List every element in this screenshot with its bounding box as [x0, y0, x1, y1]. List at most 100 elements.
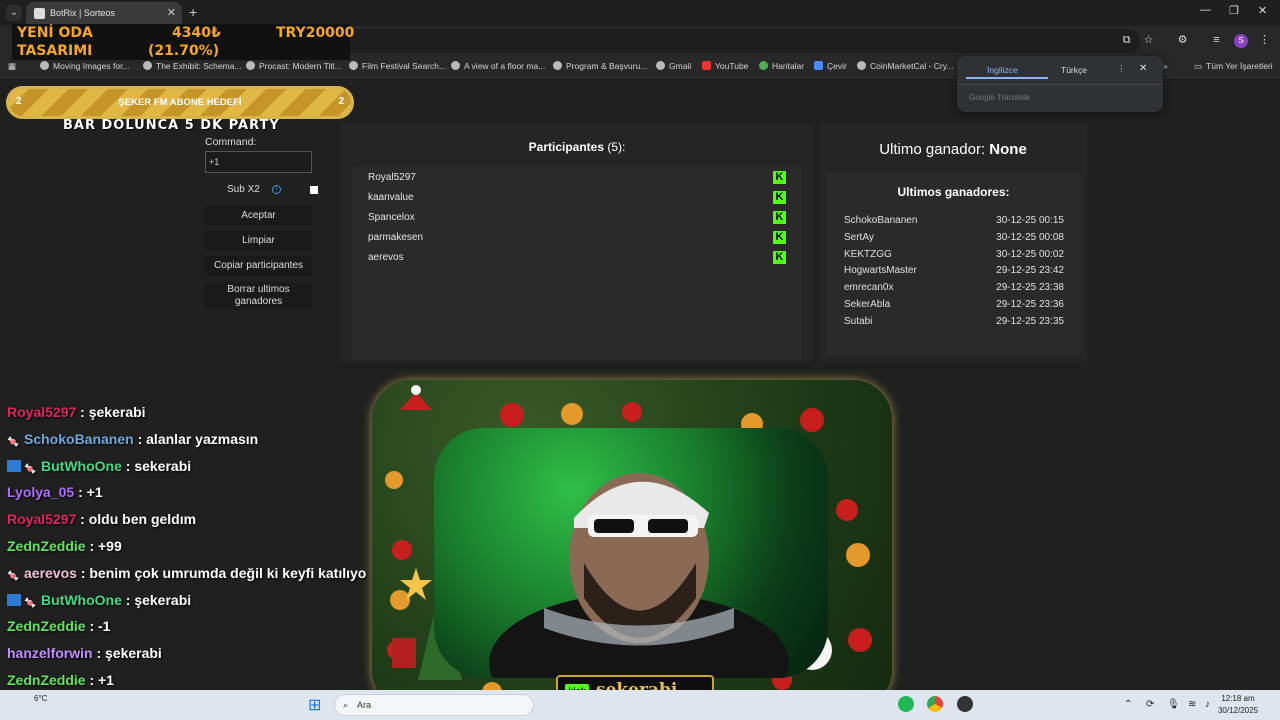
chat-username[interactable]: SchokoBananen	[24, 431, 134, 447]
translate-options-icon[interactable]: ⋮	[1117, 63, 1126, 74]
reading-list-icon[interactable]: ≡	[1210, 34, 1223, 47]
chat-username[interactable]: Lyolya_05	[7, 484, 74, 500]
weather-widget[interactable]: 6°C	[34, 694, 47, 703]
winner-row: HogwartsMaster 29-12-25 23:42	[844, 265, 1064, 280]
subscriber-badge-icon	[7, 459, 21, 472]
command-label: Command:	[205, 136, 257, 148]
translate-footer: Google Translate	[969, 93, 1030, 102]
chat-username[interactable]: hanzelforwin	[7, 645, 93, 661]
tab-close-icon[interactable]: ✕	[167, 6, 176, 19]
apps-grid-icon[interactable]: ▦	[8, 61, 16, 72]
new-tab-button[interactable]: +	[189, 4, 197, 20]
window-close-button[interactable]: ✕	[1258, 4, 1267, 17]
winner-name: KEKTZGG	[844, 249, 892, 260]
chat-message: ZednZeddie : +99	[7, 538, 122, 554]
copy-participants-button[interactable]: Copiar participantes	[205, 256, 312, 276]
spotify-icon[interactable]	[898, 696, 914, 712]
translate-close-icon[interactable]: ✕	[1139, 63, 1147, 74]
participants-count: (5):	[607, 140, 626, 154]
clock-date: 30/12/2025	[1217, 706, 1259, 715]
translate-icon	[814, 61, 823, 70]
bookmark-item[interactable]: Çevir	[814, 61, 847, 71]
microphone-icon[interactable]: 🎙	[1167, 699, 1180, 710]
chat-username[interactable]: ButWhoOne	[41, 592, 122, 608]
last-winner: Ultimo ganador: None	[819, 141, 1087, 158]
globe-icon	[349, 61, 358, 70]
tab-title: BotRix | Sorteos	[50, 8, 115, 18]
participant-row[interactable]: kaanvalue K	[368, 188, 788, 206]
chat-username[interactable]: ButWhoOne	[41, 458, 122, 474]
tab-botrix[interactable]: BotRix | Sorteos ✕	[26, 2, 182, 26]
bookmark-item[interactable]: Film Festival Search...	[349, 61, 446, 71]
bookmark-item[interactable]: CoinMarketCal - Cry...	[857, 61, 953, 71]
extensions-icon[interactable]: ⚙	[1176, 34, 1189, 47]
more-bookmarks-button[interactable]: »	[1163, 61, 1168, 71]
taskbar-search[interactable]: ⌕ Ara	[334, 694, 534, 716]
accept-button[interactable]: Aceptar	[205, 206, 312, 225]
participant-row[interactable]: aerevos K	[368, 248, 788, 266]
winners-heading: Ultimos ganadores:	[897, 185, 1010, 199]
participant-name: aerevos	[368, 252, 404, 263]
clear-button[interactable]: Limpiar	[205, 231, 312, 250]
minimize-button[interactable]: —	[1200, 4, 1211, 16]
participant-row[interactable]: Spancelox K	[368, 208, 788, 226]
sub-x2-checkbox[interactable]	[310, 186, 318, 194]
participants-heading: Participantes (5):	[340, 140, 814, 154]
chat-username[interactable]: Royal5297	[7, 511, 76, 527]
clear-winners-button[interactable]: Borrar ultimos ganadores	[205, 282, 312, 310]
participant-row[interactable]: parmakesen K	[368, 228, 788, 246]
bookmark-label: A view of a floor ma...	[464, 61, 546, 71]
chat-username[interactable]: ZednZeddie	[7, 538, 86, 554]
chat-username[interactable]: Royal5297	[7, 404, 76, 420]
search-placeholder: Ara	[357, 700, 372, 710]
bookmark-item[interactable]: Moving Images for...	[40, 61, 130, 71]
chat-username[interactable]: ZednZeddie	[7, 672, 86, 688]
chrome-icon[interactable]	[927, 696, 943, 712]
maximize-button[interactable]: ❐	[1229, 4, 1239, 17]
browser-menu-icon[interactable]: ⋮	[1258, 34, 1271, 47]
info-icon[interactable]: i	[272, 185, 281, 194]
stat-title-line2: TASARIMI	[17, 43, 93, 59]
last-winner-label: Ultimo ganador:	[879, 141, 986, 158]
winners-list: Ultimos ganadores: SchokoBananen 30-12-25…	[826, 172, 1081, 356]
profile-avatar[interactable]: S	[1234, 34, 1248, 48]
bookmark-item[interactable]: Procast: Modern Titl...	[246, 61, 342, 71]
bookmark-label: Procast: Modern Titl...	[259, 61, 342, 71]
participant-row[interactable]: Royal5297 K	[368, 168, 788, 186]
sync-icon[interactable]: ⟳	[1146, 699, 1154, 710]
bookmark-item[interactable]: Program & Başvuru...	[553, 61, 647, 71]
chat-text: : şekerabi	[80, 404, 146, 420]
bookmark-item[interactable]: Haritalar	[759, 61, 804, 71]
tray-chevron-icon[interactable]: ⌃	[1124, 699, 1132, 710]
folder-icon: ▭	[1194, 61, 1203, 71]
start-button[interactable]: ⊞	[308, 695, 321, 715]
bookmark-item[interactable]: The Exhibit: Schema...	[143, 61, 242, 71]
taskbar-clock[interactable]: 12:18 am 30/12/2025	[1206, 693, 1270, 717]
bookmark-label: CoinMarketCal - Cry...	[870, 61, 954, 71]
bookmark-star-icon[interactable]: ☆	[1142, 34, 1155, 47]
bookmark-label: Film Festival Search...	[362, 61, 447, 71]
command-input[interactable]: +1	[205, 151, 312, 173]
kick-icon: K	[773, 231, 786, 244]
bookmark-item[interactable]: Gmail	[656, 61, 691, 71]
translate-lang-turkish[interactable]: Türkçe	[1061, 65, 1087, 75]
participant-name: Royal5297	[368, 172, 416, 183]
winner-row: emrecan0x 29-12-25 23:38	[844, 282, 1064, 297]
all-bookmarks-folder[interactable]: ▭ Tüm Yer İşaretleri	[1194, 61, 1273, 72]
chat-text: : alanlar yazmasın	[137, 430, 259, 447]
chat-username[interactable]: aerevos	[24, 565, 77, 581]
chat-text: : şekerabi	[125, 591, 192, 608]
translate-lang-english[interactable]: İngilizce	[987, 65, 1018, 75]
bookmark-item[interactable]: A view of a floor ma...	[451, 61, 545, 71]
kick-icon: K	[773, 251, 786, 264]
obs-icon[interactable]	[957, 696, 973, 712]
chat-text: : -1	[89, 618, 111, 635]
chat-username[interactable]: ZednZeddie	[7, 618, 86, 634]
botrix-favicon-icon	[34, 8, 45, 19]
wifi-icon[interactable]: ≋	[1188, 699, 1196, 710]
bookmark-item[interactable]: YouTube	[702, 61, 748, 71]
translate-icon[interactable]: ⧉	[1120, 34, 1133, 47]
chat-message: ZednZeddie : +1	[7, 672, 114, 688]
tab-search-button[interactable]: ⌄	[6, 5, 22, 21]
winner-name: emrecan0x	[844, 282, 894, 293]
